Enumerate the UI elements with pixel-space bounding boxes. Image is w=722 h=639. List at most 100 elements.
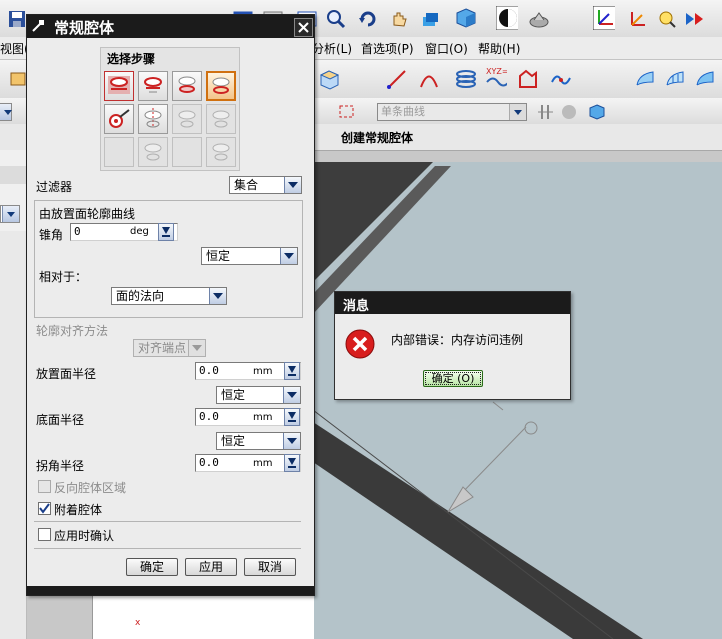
corner-radius-value: 0.0 [199,456,219,469]
law-curve-icon[interactable]: XYZ= [485,66,507,88]
filter-label: 过滤器 [36,180,73,194]
taper-angle-spin[interactable] [158,223,174,241]
step-match-button[interactable] [206,137,236,167]
model-view [313,162,722,639]
dialog-divider [34,521,301,522]
filter-value: 集合 [234,178,259,192]
floor-radius-value: 0.0 [199,410,219,423]
confirm-on-apply-checkbox[interactable] [38,528,51,541]
show-hide-icon[interactable] [684,8,706,30]
wcs-icon[interactable] [627,8,649,30]
shaded-view-icon[interactable] [455,7,477,29]
attach-pocket-checkbox[interactable] [38,502,51,515]
axis-label-x: x [135,618,141,628]
taper-mode-select[interactable]: 恒定 [201,247,298,265]
message-text: 内部错误：内存访问违例 [391,333,524,347]
svg-text:XYZ=: XYZ= [486,67,507,76]
snap-icon[interactable] [656,8,678,30]
left-pane-header [0,166,26,184]
arc-icon[interactable] [418,68,440,90]
left-pane-dropdown[interactable] [0,205,20,223]
step-placement-face-button[interactable] [104,71,134,101]
selection-steps-label: 选择步骤 [107,52,156,66]
save-icon[interactable] [6,8,28,30]
step-floor-target-button[interactable] [138,137,168,167]
message-title: 消息 [343,299,370,314]
surface-icon[interactable] [634,68,656,90]
menu-preferences[interactable]: 首选项(P) [361,40,414,57]
corner-radius-spin[interactable] [284,454,300,472]
placement-radius-spin[interactable] [284,362,300,380]
placement-radius-mode-select[interactable]: 恒定 [216,386,301,404]
floor-radius-mode-select[interactable]: 恒定 [216,432,301,450]
select-region-icon[interactable] [336,101,358,123]
step-target-body-button[interactable] [104,104,134,134]
relative-to-value: 面的法向 [116,289,165,303]
menu-window[interactable]: 窗口(O) [425,40,468,57]
ok-button[interactable]: 确定 [126,558,178,576]
floor-radius-unit: mm [253,412,273,423]
floor-radius-label: 底面半径 [36,413,85,427]
step-placement-profile-button[interactable] [138,71,168,101]
menu-view[interactable]: 视图( [0,40,29,57]
general-pocket-dialog: 常规腔体 选择步骤 过滤器 集合 由放置面轮廓曲线 锥角 0 deg 恒定 相对… [26,14,315,596]
helix-icon[interactable] [454,68,476,90]
edge-display-icon[interactable] [528,8,550,30]
placement-radius-label: 放置面半径 [36,367,97,381]
left-pane-bottom [0,231,26,639]
align-method-select[interactable]: 对齐端点 [133,339,206,357]
reverse-pocket-checkbox[interactable] [38,480,51,493]
error-icon [345,329,375,359]
intersection-icon[interactable] [535,101,557,123]
direction-arrow [447,401,538,513]
apply-button[interactable]: 应用 [185,558,237,576]
cancel-button[interactable]: 取消 [244,558,296,576]
dialog-title: 常规腔体 [54,19,115,37]
line-icon[interactable] [386,68,408,90]
confirm-on-apply-label: 应用时确认 [54,529,115,543]
csys-icon[interactable] [593,6,615,30]
attach-pocket-label: 附着腔体 [54,503,103,517]
relative-to-select[interactable]: 面的法向 [111,287,227,305]
taper-angle-label: 锥角 [39,228,64,242]
taper-angle-value: 0 [74,225,81,238]
secondary-view [92,594,314,639]
rotate-icon[interactable] [357,8,379,30]
pin-icon[interactable] [31,19,45,33]
align-method-value: 对齐端点 [138,341,187,355]
cube-select-icon[interactable] [586,101,608,123]
spline-icon[interactable] [550,68,572,90]
step-floor-profile-button[interactable] [206,71,236,101]
close-icon[interactable] [294,18,313,37]
step-placement-outline-button[interactable] [138,104,168,134]
reverse-pocket-label: 反向腔体区域 [54,481,127,495]
floor-radius-spin[interactable] [284,408,300,426]
curve-rule-combo[interactable]: 单条曲线 [377,103,527,121]
render-style-icon[interactable] [496,6,518,30]
step-empty-button[interactable] [104,137,134,167]
block-feature-icon[interactable] [318,68,340,90]
message-ok-button[interactable]: 确定 (O) [423,370,483,387]
stop-at-intersection-icon[interactable] [558,101,580,123]
menu-analysis[interactable]: 分析(L) [312,40,352,57]
curve-rule-text: 单条曲线 [381,105,425,118]
filter-select[interactable]: 集合 [229,176,302,194]
corner-radius-unit: mm [253,458,273,469]
mesh-surface-icon[interactable] [664,68,686,90]
selection-dropdown-left[interactable] [0,103,12,121]
step-placement-target-button[interactable] [206,104,236,134]
studio-surface-icon[interactable] [694,68,716,90]
step-floor-face-button[interactable] [172,71,202,101]
step-floor-outline-button[interactable] [172,104,202,134]
fit-icon[interactable] [419,8,441,30]
dialog-divider-2 [34,548,301,549]
pan-icon[interactable] [388,8,410,30]
dialog-title-bar: 常规腔体 [27,15,314,38]
placement-profile-title: 由放置面轮廓曲线 [39,207,136,221]
step-empty2-button[interactable] [172,137,202,167]
zoom-icon[interactable] [325,8,347,30]
offset-curve-icon[interactable] [517,68,539,90]
menu-help[interactable]: 帮助(H) [478,40,520,57]
graphics-window[interactable] [313,162,722,639]
align-method-label: 轮廓对齐方法 [36,324,109,338]
